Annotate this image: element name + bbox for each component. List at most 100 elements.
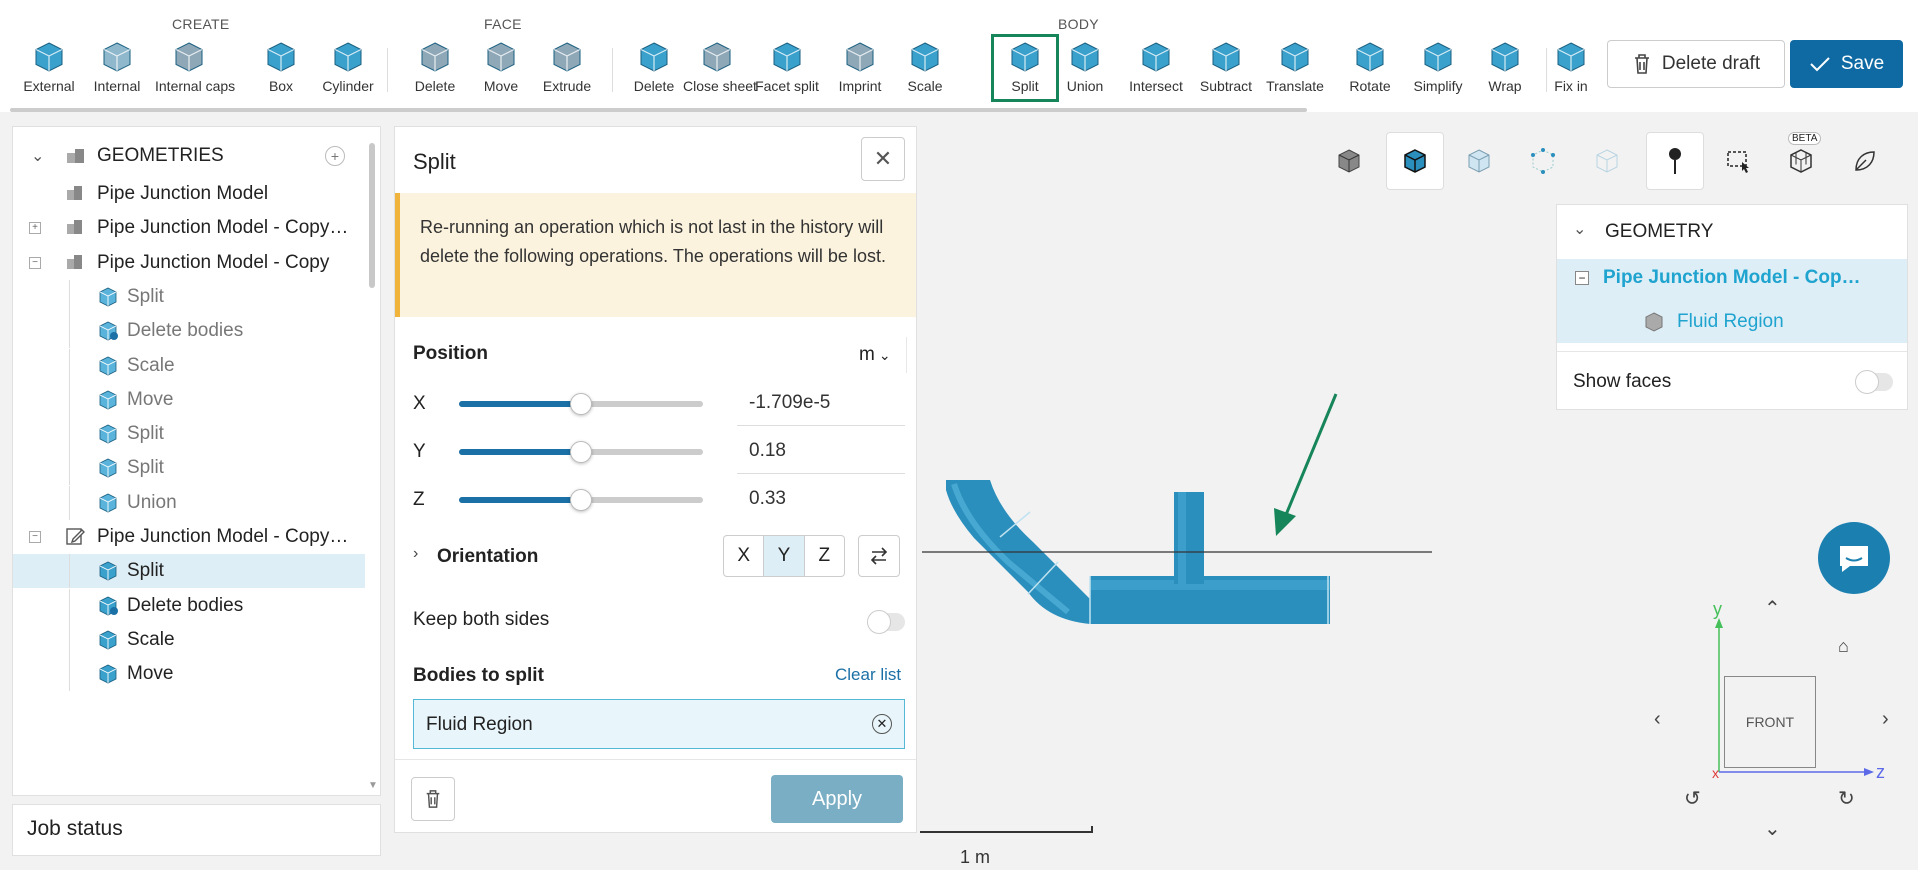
geometries-header[interactable]: ⌄ GEOMETRIES + xyxy=(13,135,365,177)
tree-model-item[interactable]: + Pipe Junction Model - Copy… xyxy=(13,211,365,245)
rotate-right-icon[interactable]: › xyxy=(1882,708,1889,731)
save-button[interactable]: Save xyxy=(1790,40,1903,88)
home-icon[interactable]: ⌂ xyxy=(1838,636,1849,657)
view-shaded-tool[interactable] xyxy=(1320,132,1378,190)
apply-button[interactable]: Apply xyxy=(771,775,903,823)
tree-operation-item[interactable]: Delete bodies xyxy=(13,588,365,623)
collapse-icon[interactable]: − xyxy=(1575,271,1589,285)
toolbar-internal-button[interactable]: Internal xyxy=(83,40,151,102)
toolbar-button-label: External xyxy=(23,78,75,94)
tree-model-item[interactable]: − Pipe Junction Model - Copy xyxy=(13,246,365,280)
toolbar-delete-button[interactable]: Delete xyxy=(620,40,688,102)
tree-operation-item[interactable]: Split xyxy=(13,554,365,589)
box-select-tool[interactable] xyxy=(1710,132,1768,190)
tree-operation-item[interactable]: Scale xyxy=(13,348,365,383)
measure-tool[interactable] xyxy=(1836,132,1894,190)
tree-operation-item[interactable]: Split xyxy=(13,279,365,314)
tree-operation-item[interactable]: Split xyxy=(13,451,365,486)
toolbar-fix-in-button[interactable]: Fix in xyxy=(1537,40,1605,102)
toolbar-union-button[interactable]: Union xyxy=(1051,40,1119,102)
tree-operation-item[interactable]: Union xyxy=(13,485,365,520)
delete-draft-button[interactable]: Delete draft xyxy=(1607,40,1785,88)
tree-operation-item[interactable]: Scale xyxy=(13,622,365,657)
move-icon xyxy=(99,664,117,684)
geometry-panel: ⌄ GEOMETRY − Pipe Junction Model - Cop… … xyxy=(1556,204,1908,410)
toolbar-extrude-button[interactable]: Extrude xyxy=(533,40,601,102)
toolbar-internal-caps-button[interactable]: Internal caps xyxy=(155,40,235,102)
keep-both-sides-toggle[interactable] xyxy=(867,610,905,634)
rotate-up-icon[interactable]: ⌃ xyxy=(1764,596,1781,621)
panel-divider xyxy=(395,759,916,760)
bodies-to-split-field[interactable]: Fluid Region ✕ xyxy=(413,699,905,749)
toolbar-scale-button[interactable]: Scale xyxy=(891,40,959,102)
orientation-y-button[interactable]: Y xyxy=(764,536,805,576)
x-slider[interactable] xyxy=(459,393,703,415)
view-cube[interactable]: FRONT xyxy=(1724,676,1816,768)
toolbar-subtract-button[interactable]: Subtract xyxy=(1192,40,1260,102)
y-slider[interactable] xyxy=(459,441,703,463)
remove-body-icon[interactable]: ✕ xyxy=(872,714,892,734)
view-shaded-edges-tool[interactable] xyxy=(1386,132,1444,190)
tree-operation-item[interactable]: Delete bodies xyxy=(13,314,365,349)
rotate-left-icon[interactable]: ‹ xyxy=(1654,708,1661,731)
orientation-z-button[interactable]: Z xyxy=(805,536,844,576)
y-value-input[interactable]: 0.18 xyxy=(737,428,905,474)
toolbar-cylinder-button[interactable]: Cylinder xyxy=(314,40,382,102)
position-label: Position xyxy=(413,343,488,364)
chat-support-button[interactable] xyxy=(1818,522,1890,594)
tree-scrollbar[interactable] xyxy=(369,143,375,288)
toolbar-delete-button[interactable]: Delete xyxy=(401,40,469,102)
chevron-right-icon[interactable]: › xyxy=(413,545,418,563)
tree-model-item[interactable]: Pipe Junction Model xyxy=(13,177,365,211)
add-geometry-icon[interactable]: + xyxy=(325,146,345,166)
toolbar-box-button[interactable]: Box xyxy=(247,40,315,102)
y-label: Y xyxy=(413,441,426,462)
geometry-selection: − Pipe Junction Model - Cop… Fluid Regio… xyxy=(1557,259,1907,343)
geometry-body-item[interactable]: Fluid Region xyxy=(1677,311,1784,333)
toolbar-external-button[interactable]: External xyxy=(15,40,83,102)
flip-orientation-button[interactable] xyxy=(858,535,900,577)
toolbar-translate-button[interactable]: Translate xyxy=(1261,40,1329,102)
chevron-down-icon[interactable]: ⌄ xyxy=(31,146,44,166)
x-value-input[interactable]: -1.709e-5 xyxy=(737,380,905,426)
collapse-icon[interactable]: − xyxy=(29,256,41,269)
toolbar-facet-split-button[interactable]: Facet split xyxy=(753,40,821,102)
tree-model-item[interactable]: − Pipe Junction Model - Copy… xyxy=(13,520,365,554)
z-slider[interactable] xyxy=(459,489,703,511)
clear-list-link[interactable]: Clear list xyxy=(835,665,901,685)
view-points-tool[interactable] xyxy=(1514,132,1572,190)
rotate-ccw-icon[interactable]: ↺ xyxy=(1684,786,1701,811)
job-status-panel[interactable]: Job status xyxy=(12,804,381,856)
collapse-icon[interactable]: − xyxy=(29,531,41,543)
toolbar-imprint-button[interactable]: Imprint xyxy=(826,40,894,102)
tree-operation-item[interactable]: Move xyxy=(13,657,365,692)
scroll-down-icon[interactable]: ▼ xyxy=(368,780,378,791)
delete-operation-button[interactable] xyxy=(411,777,455,821)
orientation-x-button[interactable]: X xyxy=(724,536,765,576)
toolbar-wrap-button[interactable]: Wrap xyxy=(1471,40,1539,102)
expand-icon[interactable]: + xyxy=(29,222,41,235)
toolbar-split-button[interactable]: Split xyxy=(991,34,1059,102)
geometries-header-label: GEOMETRIES xyxy=(97,145,224,166)
view-wireframe-tool[interactable] xyxy=(1578,132,1636,190)
probe-tool[interactable] xyxy=(1646,132,1704,190)
toolbar-close-sheet-button[interactable]: Close sheet xyxy=(683,40,757,102)
toolbar-simplify-button[interactable]: Simplify xyxy=(1404,40,1472,102)
view-transparent-tool[interactable] xyxy=(1450,132,1508,190)
toolbar-rotate-button[interactable]: Rotate xyxy=(1336,40,1404,102)
show-faces-toggle[interactable] xyxy=(1855,370,1893,394)
close-icon[interactable]: ✕ xyxy=(861,137,905,181)
z-value-input[interactable]: 0.33 xyxy=(737,476,905,522)
toolbar-move-button[interactable]: Move xyxy=(467,40,535,102)
tree-operation-item[interactable]: Split xyxy=(13,417,365,452)
unit-select[interactable]: m ⌄ xyxy=(855,337,907,373)
toolbar-intersect-button[interactable]: Intersect xyxy=(1122,40,1190,102)
internal-caps-icon xyxy=(175,42,203,72)
orientation-label[interactable]: Orientation xyxy=(437,546,538,568)
mesh-beta-tool[interactable]: BETA xyxy=(1772,132,1830,190)
tree-operation-item[interactable]: Move xyxy=(13,382,365,417)
chevron-down-icon[interactable]: ⌄ xyxy=(1573,219,1586,239)
rotate-cw-icon[interactable]: ↻ xyxy=(1838,786,1855,811)
geometry-model-item[interactable]: Pipe Junction Model - Cop… xyxy=(1603,267,1861,289)
rotate-down-icon[interactable]: ⌄ xyxy=(1764,816,1781,841)
